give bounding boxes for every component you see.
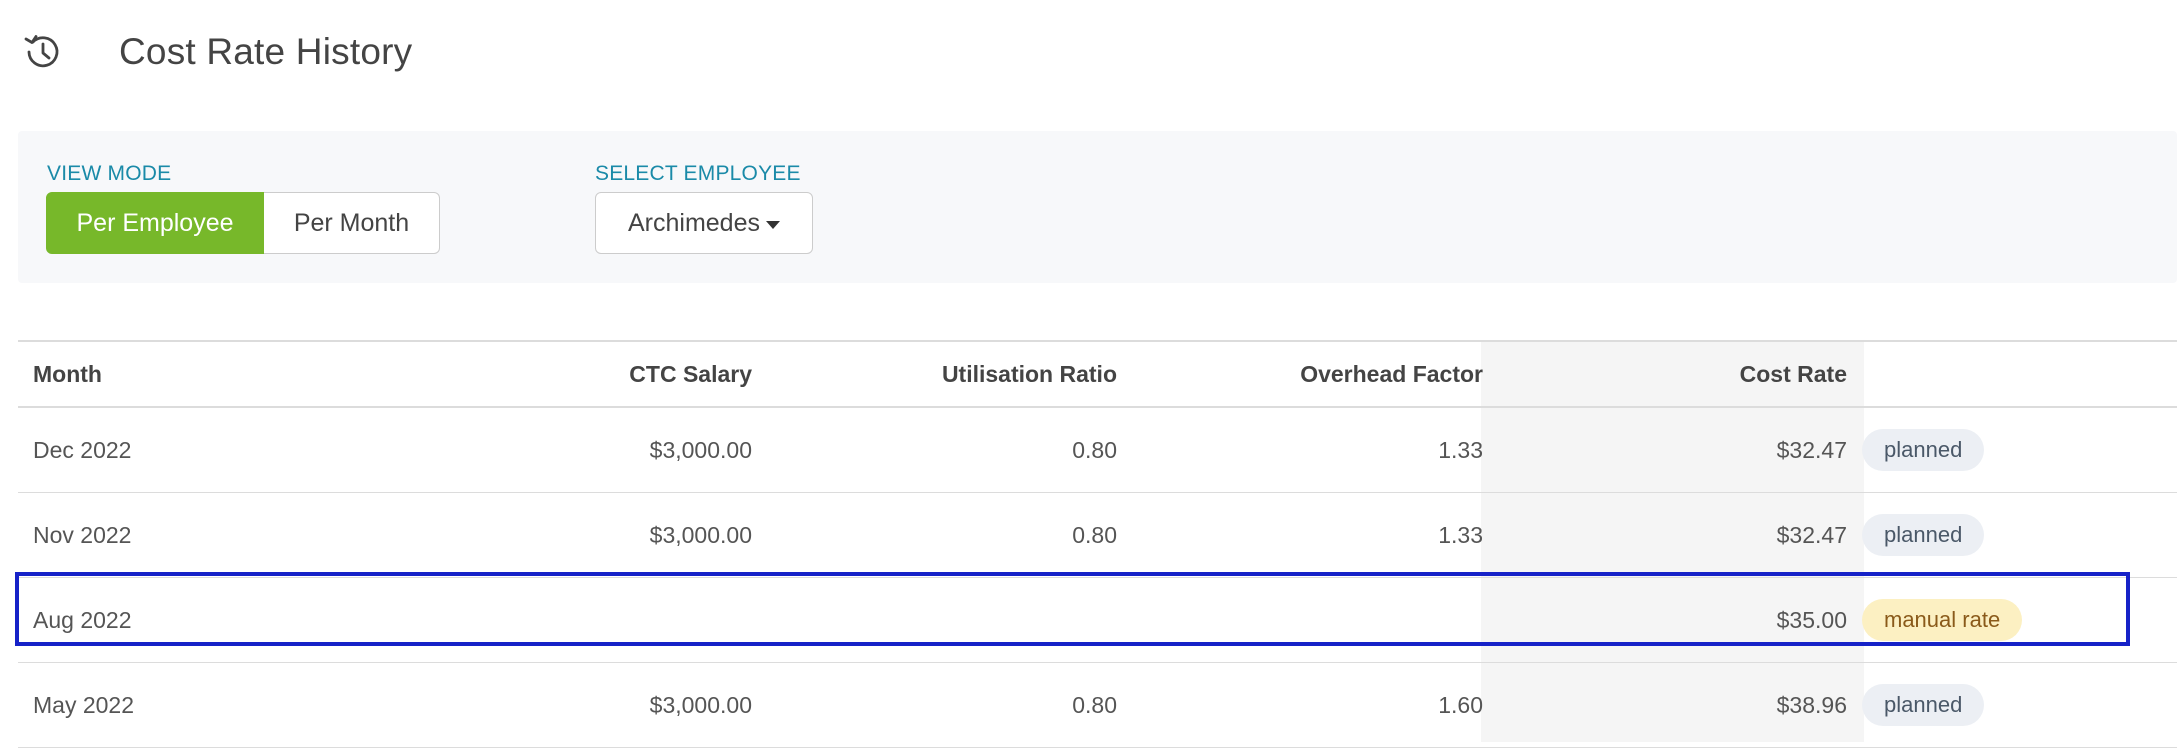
ctc-salary-cell: $3,000.00 bbox=[649, 521, 752, 548]
column-header-ctc-salary[interactable]: CTC Salary bbox=[629, 342, 752, 406]
status-badge: manual rate bbox=[1862, 599, 2023, 641]
table-header-row: Month CTC Salary Utilisation Ratio Overh… bbox=[18, 340, 2177, 408]
table-row-selected[interactable]: Aug 2022 $35.00 manual rate bbox=[18, 578, 2177, 663]
utilisation-ratio-cell: 0.80 bbox=[1072, 521, 1117, 548]
ctc-salary-cell: $3,000.00 bbox=[649, 436, 752, 463]
cost-rate-cell: $32.47 bbox=[1776, 436, 1847, 463]
table-row[interactable]: Dec 2022 $3,000.00 0.80 1.33 $32.47 plan… bbox=[18, 408, 2177, 493]
overhead-factor-cell: 1.60 bbox=[1438, 691, 1483, 718]
status-badge: planned bbox=[1862, 429, 1985, 471]
column-header-utilisation-ratio[interactable]: Utilisation Ratio bbox=[942, 342, 1117, 406]
utilisation-ratio-cell: 0.80 bbox=[1072, 436, 1117, 463]
per-month-button[interactable]: Per Month bbox=[264, 192, 440, 254]
column-header-overhead-factor[interactable]: Overhead Factor bbox=[1300, 342, 1483, 406]
overhead-factor-cell: 1.33 bbox=[1438, 521, 1483, 548]
overhead-factor-cell: 1.33 bbox=[1438, 436, 1483, 463]
employee-dropdown-value: Archimedes bbox=[628, 208, 760, 237]
month-cell: May 2022 bbox=[33, 691, 135, 718]
view-mode-label: VIEW MODE bbox=[47, 162, 172, 185]
cost-rate-cell: $35.00 bbox=[1776, 606, 1847, 633]
month-cell: Nov 2022 bbox=[33, 521, 132, 548]
utilisation-ratio-cell: 0.80 bbox=[1072, 691, 1117, 718]
view-mode-toggle: Per Employee Per Month bbox=[46, 192, 440, 254]
table-row[interactable]: Nov 2022 $3,000.00 0.80 1.33 $32.47 plan… bbox=[18, 493, 2177, 578]
cost-rate-cell: $38.96 bbox=[1776, 691, 1847, 718]
month-cell: Aug 2022 bbox=[33, 606, 132, 633]
status-badge: planned bbox=[1862, 684, 1985, 726]
status-badge-cell: planned bbox=[1862, 663, 1985, 747]
status-badge: planned bbox=[1862, 514, 1985, 556]
per-employee-button[interactable]: Per Employee bbox=[46, 192, 264, 254]
employee-dropdown[interactable]: Archimedes bbox=[595, 192, 813, 254]
caret-down-icon bbox=[766, 220, 780, 229]
filter-panel: VIEW MODE Per Employee Per Month SELECT … bbox=[18, 131, 2177, 283]
ctc-salary-cell: $3,000.00 bbox=[649, 691, 752, 718]
table-row[interactable]: May 2022 $3,000.00 0.80 1.60 $38.96 plan… bbox=[18, 663, 2177, 748]
status-badge-cell: manual rate bbox=[1862, 578, 2023, 662]
page-title: Cost Rate History bbox=[119, 31, 413, 72]
column-header-month[interactable]: Month bbox=[33, 342, 102, 406]
month-cell: Dec 2022 bbox=[33, 436, 132, 463]
status-badge-cell: planned bbox=[1862, 408, 1985, 492]
page-header: Cost Rate History bbox=[20, 24, 412, 80]
history-icon bbox=[24, 35, 59, 68]
column-header-cost-rate[interactable]: Cost Rate bbox=[1740, 342, 1847, 406]
status-badge-cell: planned bbox=[1862, 493, 1985, 577]
cost-rate-table: Month CTC Salary Utilisation Ratio Overh… bbox=[15, 340, 2177, 748]
cost-rate-cell: $32.47 bbox=[1776, 521, 1847, 548]
select-employee-label: SELECT EMPLOYEE bbox=[595, 162, 801, 185]
